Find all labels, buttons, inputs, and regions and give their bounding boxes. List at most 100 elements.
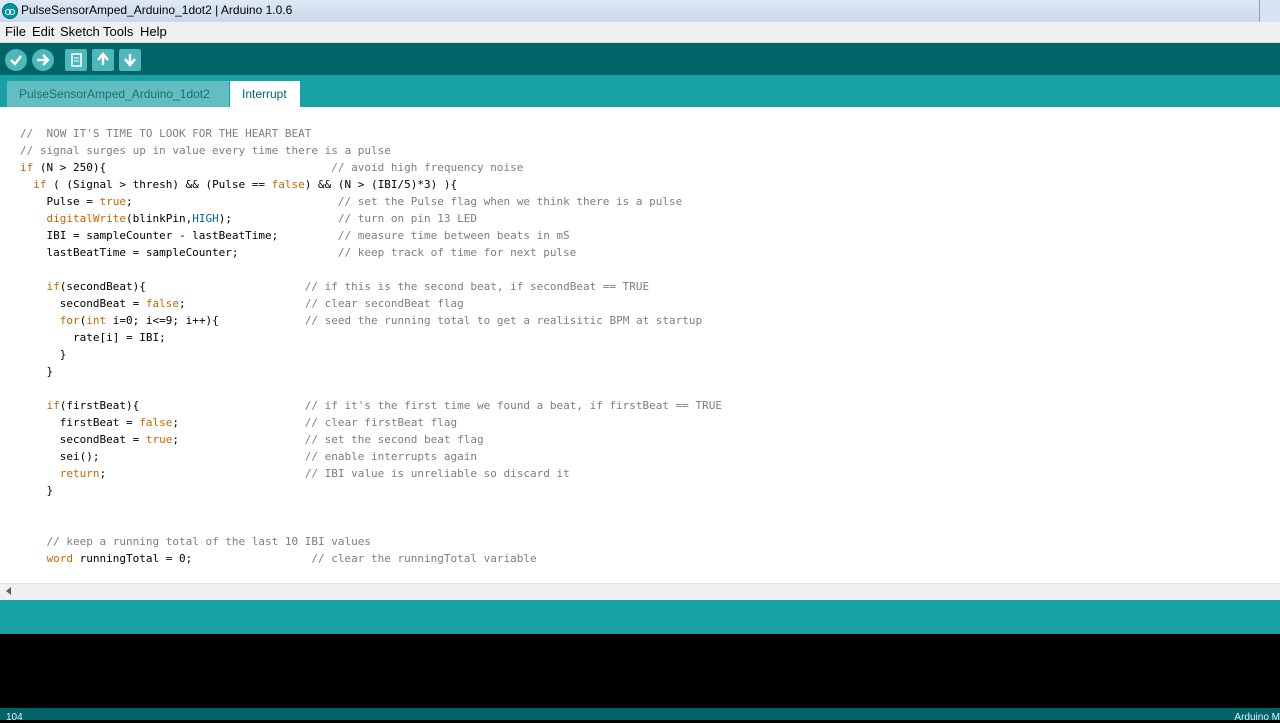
code-token: ) && (N > (IBI/5)*3) ){ bbox=[304, 178, 458, 191]
board-name: Arduino M bbox=[1234, 712, 1280, 723]
tab-pulsesensoramped[interactable]: PulseSensorAmped_Arduino_1dot2 bbox=[7, 81, 229, 107]
code-token: Pulse = bbox=[20, 195, 100, 208]
code-token: i=0; i<=9; i++){ bbox=[106, 314, 305, 327]
code-token: // keep a running total of the last 10 I… bbox=[46, 535, 372, 548]
new-icon bbox=[71, 53, 82, 67]
code-token: ; bbox=[172, 433, 305, 446]
tab-bar: PulseSensorAmped_Arduino_1dot2 Interrupt bbox=[0, 75, 1280, 107]
code-token: true bbox=[99, 195, 126, 208]
code-token: // clear firstBeat flag bbox=[304, 416, 458, 429]
code-line[interactable]: secondBeat = false; // clear secondBeat … bbox=[20, 295, 722, 312]
code-line[interactable] bbox=[20, 380, 722, 397]
code-token: secondBeat = bbox=[20, 297, 146, 310]
code-token: false bbox=[271, 178, 305, 191]
code-line[interactable] bbox=[20, 516, 722, 533]
scroll-left-icon[interactable] bbox=[6, 587, 11, 595]
code-token: word bbox=[46, 552, 74, 565]
code-token: // seed the running total to get a reali… bbox=[304, 314, 703, 327]
code-token: lastBeatTime = sampleCounter; bbox=[20, 246, 338, 259]
arduino-logo-icon bbox=[2, 3, 18, 19]
code-line[interactable]: sei(); // enable interrupts again bbox=[20, 448, 722, 465]
code-token: false bbox=[139, 416, 173, 429]
code-line[interactable]: } bbox=[20, 363, 722, 380]
code-token: } bbox=[20, 348, 67, 361]
code-line[interactable]: // keep a running total of the last 10 I… bbox=[20, 533, 722, 550]
code-token: false bbox=[145, 297, 179, 310]
code-line[interactable]: } bbox=[20, 482, 722, 499]
code-token: HIGH bbox=[192, 212, 219, 225]
horizontal-scrollbar[interactable] bbox=[0, 583, 1280, 600]
code-line[interactable]: for(int i=0; i<=9; i++){ // seed the run… bbox=[20, 312, 722, 329]
code-token: // clear the runningTotal variable bbox=[311, 552, 537, 565]
code-token: return bbox=[59, 467, 100, 480]
menu-sketch[interactable]: Sketch bbox=[60, 24, 100, 39]
menu-file[interactable]: File bbox=[5, 24, 26, 39]
open-icon bbox=[97, 52, 109, 65]
open-button[interactable] bbox=[92, 49, 114, 71]
code-line[interactable]: rate[i] = IBI; bbox=[20, 329, 722, 346]
upload-icon bbox=[37, 54, 50, 66]
menu-edit[interactable]: Edit bbox=[32, 24, 54, 39]
code-token: (secondBeat){ bbox=[59, 280, 305, 293]
code-line[interactable]: } bbox=[20, 346, 722, 363]
code-token: digitalWrite bbox=[46, 212, 126, 225]
code-token: int bbox=[86, 314, 107, 327]
upload-button[interactable] bbox=[32, 49, 54, 71]
code-token: IBI = sampleCounter - lastBeatTime; bbox=[20, 229, 338, 242]
verify-button[interactable] bbox=[5, 49, 27, 71]
code-line[interactable]: Pulse = true; // set the Pulse flag when… bbox=[20, 193, 722, 210]
code-token: ; bbox=[178, 297, 305, 310]
menu-tools[interactable]: Tools bbox=[103, 24, 133, 39]
code-token: ( (Signal > thresh) && (Pulse == bbox=[46, 178, 272, 191]
code-line[interactable]: if (N > 250){ // avoid high frequency no… bbox=[20, 159, 722, 176]
menu-bar: File Edit Sketch Tools Help bbox=[0, 22, 1280, 43]
code-token: if bbox=[33, 178, 47, 191]
window-title: PulseSensorAmped_Arduino_1dot2 | Arduino… bbox=[21, 3, 293, 17]
code-token: for bbox=[59, 314, 80, 327]
code-line[interactable]: return; // IBI value is unreliable so di… bbox=[20, 465, 722, 482]
code-token: runningTotal = 0; bbox=[73, 552, 312, 565]
window-control-edge[interactable] bbox=[1259, 0, 1280, 22]
code-token: ; bbox=[172, 416, 305, 429]
code-line[interactable]: // NOW IT'S TIME TO LOOK FOR THE HEART B… bbox=[20, 125, 722, 142]
code-line[interactable]: secondBeat = true; // set the second bea… bbox=[20, 431, 722, 448]
toolbar bbox=[0, 43, 1280, 75]
new-button[interactable] bbox=[65, 49, 87, 71]
code-token: // IBI value is unreliable so discard it bbox=[304, 467, 570, 480]
code-token: if bbox=[46, 399, 60, 412]
code-line[interactable]: if(secondBeat){ // if this is the second… bbox=[20, 278, 722, 295]
verify-icon bbox=[10, 55, 22, 66]
code-token: // avoid high frequency noise bbox=[331, 161, 524, 174]
code-line[interactable]: if(firstBeat){ // if it's the first time… bbox=[20, 397, 723, 414]
code-token: // if this is the second beat, if second… bbox=[304, 280, 650, 293]
code-token: // signal surges up in value every time … bbox=[20, 144, 391, 157]
code-line[interactable]: lastBeatTime = sampleCounter; // keep tr… bbox=[20, 244, 722, 261]
code-token: // turn on pin 13 LED bbox=[337, 212, 478, 225]
code-line[interactable] bbox=[20, 261, 722, 278]
code-token: // enable interrupts again bbox=[304, 450, 477, 463]
menu-help[interactable]: Help bbox=[140, 24, 167, 39]
code-line[interactable]: // signal surges up in value every time … bbox=[20, 142, 722, 159]
code-line[interactable]: word runningTotal = 0; // clear the runn… bbox=[20, 550, 722, 567]
code-editor[interactable]: // NOW IT'S TIME TO LOOK FOR THE HEART B… bbox=[0, 107, 1280, 583]
code-line[interactable]: firstBeat = false; // clear firstBeat fl… bbox=[20, 414, 722, 431]
footer-bar: 104 Arduino M bbox=[0, 708, 1280, 723]
code-text[interactable]: // NOW IT'S TIME TO LOOK FOR THE HEART B… bbox=[20, 125, 722, 567]
code-line[interactable]: IBI = sampleCounter - lastBeatTime; // m… bbox=[20, 227, 722, 244]
tab-interrupt[interactable]: Interrupt bbox=[230, 81, 300, 107]
code-line[interactable]: digitalWrite(blinkPin,HIGH); // turn on … bbox=[20, 210, 722, 227]
code-token: (blinkPin, bbox=[125, 212, 193, 225]
code-line[interactable]: if ( (Signal > thresh) && (Pulse == fals… bbox=[20, 176, 722, 193]
code-line[interactable] bbox=[20, 499, 722, 516]
save-button[interactable] bbox=[119, 49, 141, 71]
status-bar bbox=[0, 600, 1280, 634]
code-token: // clear secondBeat flag bbox=[304, 297, 464, 310]
